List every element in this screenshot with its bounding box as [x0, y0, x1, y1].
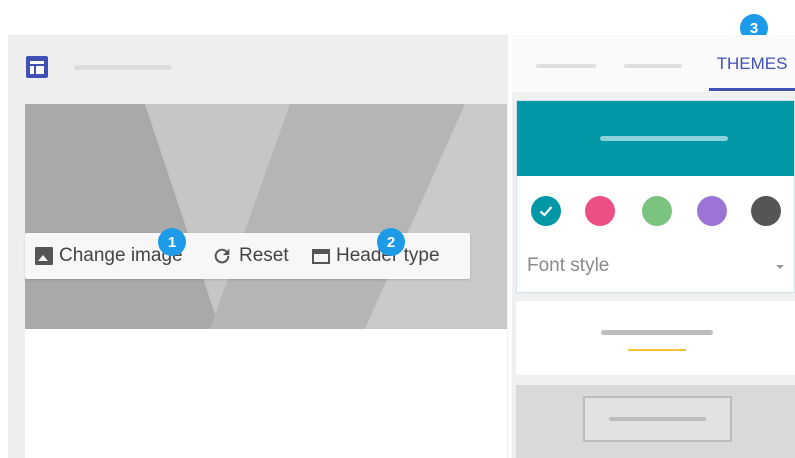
preview-placeholder-line: [601, 330, 713, 335]
tab-placeholder-2[interactable]: [624, 64, 682, 68]
font-style-label: Font style: [527, 255, 610, 276]
reset-button[interactable]: Reset: [211, 233, 289, 279]
banner-pattern: [25, 104, 507, 329]
theme-card: Font style: [516, 100, 795, 293]
theme-header-placeholder-line: [600, 136, 728, 141]
editor-top-bar: [8, 35, 508, 103]
active-tab-indicator: [709, 88, 795, 91]
form-layout-icon[interactable]: [26, 56, 48, 78]
layout-preview-box: [583, 396, 732, 442]
reset-icon: [214, 248, 230, 264]
themes-panel: THEMES Font style: [512, 35, 795, 458]
color-swatch-green[interactable]: [642, 196, 672, 226]
header-type-icon: [312, 248, 330, 264]
tab-themes[interactable]: THEMES: [709, 51, 795, 92]
form-body: [25, 329, 507, 458]
tab-placeholder-1[interactable]: [536, 64, 596, 68]
theme-layout-card[interactable]: [516, 385, 795, 458]
callout-badge-2: 2: [377, 228, 405, 256]
color-swatch-gray[interactable]: [751, 196, 781, 226]
header-type-button[interactable]: Header type: [312, 233, 440, 279]
form-title-placeholder: [74, 65, 172, 70]
color-swatch-purple[interactable]: [697, 196, 727, 226]
reset-label: Reset: [239, 245, 289, 266]
layout-placeholder-line: [609, 417, 706, 421]
font-style-dropdown[interactable]: Font style: [527, 249, 785, 283]
color-swatch-teal[interactable]: [531, 196, 561, 226]
preview-accent-line: [628, 349, 686, 351]
theme-preview-card[interactable]: [516, 301, 795, 375]
color-swatch-pink[interactable]: [585, 196, 615, 226]
header-image-banner[interactable]: [25, 104, 507, 329]
callout-badge-1: 1: [158, 228, 186, 256]
dropdown-arrow-icon: [776, 265, 784, 269]
check-icon: [539, 206, 553, 217]
image-icon: [35, 247, 53, 265]
theme-header-preview: [517, 101, 794, 176]
panel-tabs: THEMES: [512, 35, 795, 92]
